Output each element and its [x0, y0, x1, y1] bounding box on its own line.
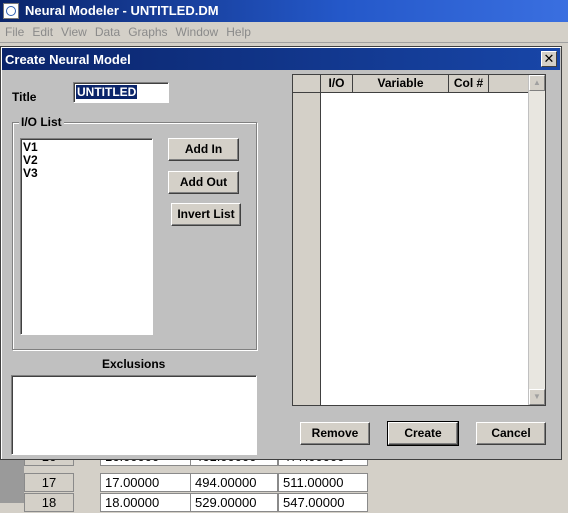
column-header-empty: [489, 75, 529, 93]
io-list-label: I/O List: [19, 115, 64, 129]
invert-list-button[interactable]: Invert List: [171, 203, 241, 226]
list-item[interactable]: V3: [21, 167, 152, 180]
app-title: Neural Modeler - UNTITLED.DM: [25, 3, 219, 18]
menu-file[interactable]: File: [0, 22, 28, 39]
add-in-button[interactable]: Add In: [168, 138, 239, 161]
dialog-titlebar[interactable]: Create Neural Model ✕: [2, 48, 560, 70]
list-item[interactable]: V1: [21, 141, 152, 154]
dialog-title: Create Neural Model: [5, 52, 131, 67]
io-listbox[interactable]: V1 V2 V3: [20, 138, 153, 335]
data-table: 16 16.00000 461.00000 477.00000 17 17.00…: [0, 447, 568, 512]
cancel-button[interactable]: Cancel: [476, 422, 546, 445]
app-icon[interactable]: [3, 3, 19, 19]
menu-help[interactable]: Help: [222, 22, 255, 39]
menu-edit[interactable]: Edit: [28, 22, 57, 39]
io-variable-grid[interactable]: I/O Variable Col # ▲ ▼: [292, 74, 546, 406]
column-header-col-number[interactable]: Col #: [449, 75, 489, 93]
create-neural-model-dialog: Create Neural Model ✕ Title UNTITLED I/O…: [0, 46, 562, 460]
app-titlebar: Neural Modeler - UNTITLED.DM: [0, 0, 568, 22]
menu-view[interactable]: View: [57, 22, 91, 39]
grid-header: I/O Variable Col #: [293, 75, 529, 93]
title-input-value: UNTITLED: [76, 85, 138, 99]
scroll-up-arrow-icon[interactable]: ▲: [529, 75, 545, 91]
menu-data[interactable]: Data: [91, 22, 124, 39]
create-button[interactable]: Create: [387, 421, 459, 446]
table-cell[interactable]: 511.00000: [278, 473, 368, 492]
exclusions-listbox[interactable]: [11, 375, 257, 455]
column-header-variable[interactable]: Variable: [353, 75, 449, 93]
add-out-button[interactable]: Add Out: [168, 171, 239, 194]
table-cell[interactable]: 494.00000: [190, 473, 278, 492]
title-label: Title: [12, 90, 37, 104]
menu-graphs[interactable]: Graphs: [124, 22, 171, 39]
title-input[interactable]: UNTITLED: [73, 82, 169, 103]
column-header-io[interactable]: I/O: [321, 75, 353, 93]
remove-button[interactable]: Remove: [300, 422, 370, 445]
table-left-strip: [0, 455, 24, 503]
grid-row-header-column: [293, 93, 321, 405]
grid-corner-cell: [293, 75, 321, 93]
row-index: 17: [24, 473, 74, 492]
list-item[interactable]: V2: [21, 154, 152, 167]
menubar: File Edit View Data Graphs Window Help: [0, 22, 568, 43]
scroll-down-arrow-icon[interactable]: ▼: [529, 389, 545, 405]
exclusions-label: Exclusions: [102, 357, 166, 371]
table-cell[interactable]: 17.00000: [100, 473, 196, 492]
menu-window[interactable]: Window: [172, 22, 223, 39]
grid-vertical-scrollbar[interactable]: ▲ ▼: [528, 75, 545, 405]
close-icon[interactable]: ✕: [541, 51, 557, 67]
